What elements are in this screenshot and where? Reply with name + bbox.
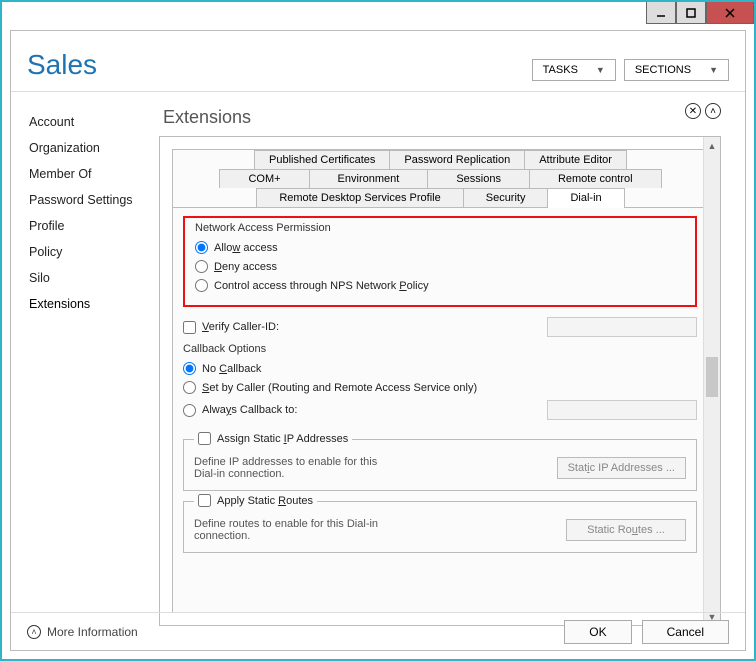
radio-always-callback[interactable] — [183, 404, 196, 417]
close-button[interactable] — [706, 2, 754, 24]
chevron-up-icon: ˄ — [27, 625, 41, 639]
tab-com-plus[interactable]: COM+ — [219, 169, 309, 188]
tab-published-certificates[interactable]: Published Certificates — [254, 150, 390, 169]
button-static-routes[interactable]: Static Routes ... — [566, 519, 686, 541]
network-access-group: Network Access Permission Allow access D… — [183, 216, 697, 307]
properties-inner: Published Certificates Password Replicat… — [172, 149, 708, 613]
sidebar-item-password-settings[interactable]: Password Settings — [29, 187, 153, 213]
static-routes-desc: Define routes to enable for this Dial-in… — [194, 518, 394, 542]
radio-allow-access[interactable] — [195, 241, 208, 254]
sidebar: Account Organization Member Of Password … — [11, 97, 153, 610]
scrollbar[interactable]: ▲ ▼ — [703, 137, 720, 625]
label-set-by-caller: Set by Caller (Routing and Remote Access… — [202, 382, 477, 394]
input-callback-number[interactable] — [547, 400, 697, 420]
radio-deny-access[interactable] — [195, 260, 208, 273]
radio-nps-policy[interactable] — [195, 279, 208, 292]
tasks-label: TASKS — [543, 64, 578, 76]
label-allow-access: Allow access — [214, 242, 278, 254]
minimize-button[interactable] — [646, 2, 676, 24]
check-assign-static-ip[interactable] — [198, 432, 211, 445]
tab-dial-in[interactable]: Dial-in — [547, 188, 624, 207]
static-ip-desc: Define IP addresses to enable for this D… — [194, 456, 394, 480]
tasks-dropdown[interactable]: TASKS ▼ — [532, 59, 616, 81]
radio-no-callback[interactable] — [183, 362, 196, 375]
input-caller-id[interactable] — [547, 317, 697, 337]
sections-label: SECTIONS — [635, 64, 691, 76]
sidebar-item-profile[interactable]: Profile — [29, 213, 153, 239]
label-deny-access: Deny access — [214, 261, 277, 273]
tab-sessions[interactable]: Sessions — [427, 169, 530, 188]
cancel-button[interactable]: Cancel — [642, 620, 729, 644]
dialog-body: Account Organization Member Of Password … — [11, 97, 745, 610]
label-assign-static-ip: Assign Static IP Addresses — [217, 433, 348, 445]
sidebar-item-policy[interactable]: Policy — [29, 239, 153, 265]
button-static-ip-addresses[interactable]: Static IP Addresses ... — [557, 457, 686, 479]
label-no-callback: No Callback — [202, 363, 261, 375]
check-verify-caller-id[interactable] — [183, 321, 196, 334]
tab-attribute-editor[interactable]: Attribute Editor — [524, 150, 627, 169]
sidebar-item-organization[interactable]: Organization — [29, 135, 153, 161]
tab-rds-profile[interactable]: Remote Desktop Services Profile — [256, 188, 463, 207]
clear-icon[interactable]: ✕ — [685, 103, 701, 119]
static-ip-group: Assign Static IP Addresses Define IP add… — [183, 439, 697, 491]
section-title: Extensions — [163, 107, 721, 128]
static-routes-group: Apply Static Routes Define routes to ena… — [183, 501, 697, 553]
tab-content: Network Access Permission Allow access D… — [173, 208, 707, 571]
scroll-up-icon[interactable]: ▲ — [704, 137, 720, 154]
sidebar-item-member-of[interactable]: Member Of — [29, 161, 153, 187]
tab-security[interactable]: Security — [463, 188, 549, 207]
label-always-callback: Always Callback to: — [202, 404, 297, 416]
sidebar-item-silo[interactable]: Silo — [29, 265, 153, 291]
more-info-label: More Information — [47, 625, 138, 639]
group-title: Network Access Permission — [195, 222, 685, 234]
more-information-link[interactable]: ˄ More Information — [27, 625, 138, 639]
maximize-button[interactable] — [676, 2, 706, 24]
tab-remote-control[interactable]: Remote control — [529, 169, 662, 188]
check-apply-static-routes[interactable] — [198, 494, 211, 507]
sections-dropdown[interactable]: SECTIONS ▼ — [624, 59, 729, 81]
tab-strip: Published Certificates Password Replicat… — [173, 150, 707, 208]
label-verify-caller-id: Verify Caller-ID: — [202, 321, 279, 333]
chevron-down-icon: ▼ — [596, 65, 605, 75]
radio-set-by-caller[interactable] — [183, 381, 196, 394]
page-title: Sales — [27, 49, 97, 81]
collapse-icon[interactable]: ˄ — [705, 103, 721, 119]
dialog-window: Sales TASKS ▼ SECTIONS ▼ Account Organizat… — [10, 30, 746, 651]
main-pane: Extensions ✕ ˄ Published Certificates Pa… — [153, 97, 745, 610]
scroll-thumb[interactable] — [706, 357, 718, 397]
label-nps-policy: Control access through NPS Network Polic… — [214, 280, 429, 292]
properties-panel: Published Certificates Password Replicat… — [159, 136, 721, 626]
label-apply-static-routes: Apply Static Routes — [217, 495, 313, 507]
titlebar-controls — [646, 2, 754, 24]
dialog-header: Sales TASKS ▼ SECTIONS ▼ — [11, 31, 745, 92]
window-frame: Sales TASKS ▼ SECTIONS ▼ Account Organizat… — [0, 0, 756, 661]
tab-environment[interactable]: Environment — [309, 169, 429, 188]
callback-group: Callback Options No Callback Set by Call… — [183, 343, 697, 429]
sidebar-item-extensions[interactable]: Extensions — [29, 291, 153, 317]
chevron-down-icon: ▼ — [709, 65, 718, 75]
tab-password-replication[interactable]: Password Replication — [389, 150, 525, 169]
dialog-footer: ˄ More Information OK Cancel — [11, 612, 745, 650]
ok-button[interactable]: OK — [564, 620, 631, 644]
group-title: Callback Options — [183, 343, 697, 355]
sidebar-item-account[interactable]: Account — [29, 109, 153, 135]
